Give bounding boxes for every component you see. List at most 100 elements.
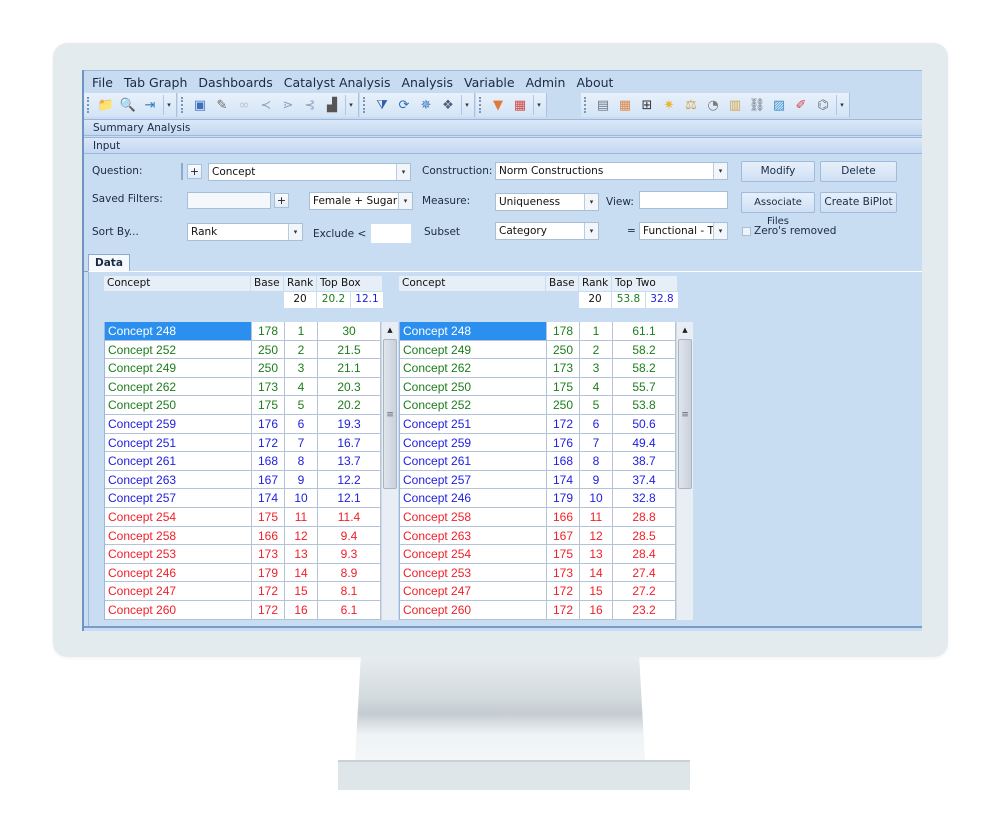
table-row[interactable]: Concept 250 175 5 20.2 — [105, 396, 381, 415]
table-row[interactable]: Concept 246 179 14 8.9 — [105, 563, 381, 583]
color-grid-icon[interactable]: ▦ — [512, 97, 529, 114]
table-row[interactable]: Concept 259 176 7 49.4 — [400, 433, 676, 453]
column-header-concept[interactable]: Concept — [399, 276, 545, 291]
column-header-base[interactable]: Base — [251, 276, 283, 291]
table-row[interactable]: Concept 260 172 16 6.1 — [105, 601, 381, 620]
table-row[interactable]: Concept 250 175 4 55.7 — [400, 377, 676, 397]
orange-table-icon[interactable]: ▦ — [617, 97, 634, 114]
sparkle-icon[interactable]: ✷ — [661, 97, 678, 114]
delete-button[interactable]: Delete — [820, 161, 897, 182]
toolbar-overflow-chevron-icon[interactable]: ▾ — [533, 95, 544, 115]
toolbar-overflow-chevron-icon[interactable]: ▾ — [163, 95, 174, 115]
summary-analysis-header[interactable]: Summary Analysis — [84, 119, 922, 136]
table-row[interactable]: Concept 248 178 1 61.1 — [400, 322, 676, 341]
exclude-input[interactable] — [371, 224, 411, 243]
cluster-icon[interactable]: ✵ — [418, 97, 435, 114]
table-row[interactable]: Concept 262 173 3 58.2 — [400, 359, 676, 378]
magnifier-icon[interactable]: 🔍 — [120, 97, 137, 114]
menu-about[interactable]: About — [576, 75, 613, 90]
table-row[interactable]: Concept 252 250 5 53.8 — [400, 396, 676, 415]
branch-icon[interactable]: ⊰ — [302, 97, 319, 114]
saved-filters-add-button[interactable]: + — [274, 193, 289, 208]
saved-filters-input[interactable] — [187, 192, 271, 209]
table-row[interactable]: Concept 257 174 9 37.4 — [400, 470, 676, 490]
question-add-button[interactable]: + — [187, 164, 202, 179]
tree-nodes-icon[interactable]: ⋗ — [280, 97, 297, 114]
import-icon[interactable]: ⇥ — [142, 97, 159, 114]
table-row[interactable]: Concept 263 167 12 28.5 — [400, 526, 676, 546]
menu-dashboards[interactable]: Dashboards — [198, 75, 272, 90]
table-row[interactable]: Concept 253 173 14 27.4 — [400, 563, 676, 583]
toolbar-grip-handle[interactable] — [479, 97, 484, 113]
balance-scale-icon[interactable]: ⚖ — [683, 97, 700, 114]
column-header-concept[interactable]: Concept — [104, 276, 250, 291]
scroll-up-arrow-icon[interactable]: ▲ — [677, 322, 693, 338]
menu-variable[interactable]: Variable — [464, 75, 515, 90]
chevron-down-icon[interactable]: ▾ — [713, 163, 727, 179]
table-row[interactable]: Concept 261 168 8 13.7 — [105, 452, 381, 471]
chart-frame-icon[interactable]: ▣ — [192, 97, 209, 114]
table-row[interactable]: Concept 258 166 12 9.4 — [105, 526, 381, 546]
table-row[interactable]: Concept 254 175 11 11.4 — [105, 508, 381, 527]
pen-edit-icon[interactable]: ✎ — [214, 97, 231, 114]
scrollbar-thumb[interactable]: ≡ — [383, 339, 397, 489]
stamp-icon[interactable]: ▟ — [324, 97, 341, 114]
zeros-removed-checkbox[interactable] — [742, 227, 751, 236]
heart-network-icon[interactable]: ❖ — [440, 97, 457, 114]
modify-button[interactable]: Modify — [741, 161, 815, 182]
filter-select[interactable]: Female + Sugar Ac ▾ — [309, 192, 413, 210]
scrollbar-thumb[interactable]: ≡ — [678, 339, 692, 489]
table-row[interactable]: Concept 246 179 10 32.8 — [400, 489, 676, 508]
chevron-down-icon[interactable]: ▾ — [584, 194, 598, 210]
subset-select[interactable]: Category ▾ — [495, 222, 599, 240]
stacked-tables-icon[interactable]: ▤ — [595, 97, 612, 114]
construction-select[interactable]: Norm Constructions ▾ — [495, 162, 728, 180]
table-row[interactable]: Concept 261 168 8 38.7 — [400, 452, 676, 471]
chevron-down-icon[interactable]: ▾ — [288, 224, 302, 240]
toolbar-grip-handle[interactable] — [584, 97, 589, 113]
sort-by-select[interactable]: Rank ▾ — [187, 223, 303, 241]
vertical-scrollbar[interactable]: ▲ ≡ — [381, 322, 398, 620]
table-row[interactable]: Concept 260 172 16 23.2 — [400, 601, 676, 620]
refresh-cycle-icon[interactable]: ⟳ — [396, 97, 413, 114]
menu-admin[interactable]: Admin — [526, 75, 566, 90]
toolbar-overflow-chevron-icon[interactable]: ▾ — [345, 95, 356, 115]
table-row[interactable]: Concept 254 175 13 28.4 — [400, 545, 676, 564]
toolbar-grip-handle[interactable] — [363, 97, 368, 113]
filter-sort-icon[interactable]: ⧩ — [374, 97, 391, 114]
table-row[interactable]: Concept 263 167 9 12.2 — [105, 470, 381, 490]
chain-link-icon[interactable]: ⛓ — [749, 97, 766, 114]
column-header-metric[interactable]: Top Box — [317, 276, 382, 291]
funnel-icon[interactable]: ▼ — [490, 97, 507, 114]
table-row[interactable]: Concept 257 174 10 12.1 — [105, 489, 381, 508]
vertical-scrollbar[interactable]: ▲ ≡ — [676, 322, 693, 620]
menu-catalyst-analysis[interactable]: Catalyst Analysis — [284, 75, 391, 90]
link-icon[interactable]: ∞ — [236, 97, 253, 114]
tab-data[interactable]: Data — [88, 254, 130, 272]
column-header-base[interactable]: Base — [546, 276, 578, 291]
pencil-note-icon[interactable]: ✐ — [793, 97, 810, 114]
table-row[interactable]: Concept 251 172 6 50.6 — [400, 415, 676, 434]
table-row[interactable]: Concept 253 173 13 9.3 — [105, 545, 381, 564]
associate-files-button[interactable]: Associate Files — [741, 192, 815, 227]
table-row[interactable]: Concept 262 173 4 20.3 — [105, 377, 381, 397]
map-image-icon[interactable]: ▨ — [771, 97, 788, 114]
table-row[interactable]: Concept 247 172 15 27.2 — [400, 582, 676, 601]
chevron-down-icon[interactable]: ▾ — [713, 223, 727, 239]
toolbar-grip-handle[interactable] — [181, 97, 186, 113]
chevron-down-icon[interactable]: ▾ — [584, 223, 598, 239]
toolbar-overflow-chevron-icon[interactable]: ▾ — [836, 95, 847, 115]
gauge-icon[interactable]: ◔ — [705, 97, 722, 114]
table-row[interactable]: Concept 258 166 11 28.8 — [400, 508, 676, 527]
measure-select[interactable]: Uniqueness ▾ — [495, 193, 599, 211]
input-section-header[interactable]: Input — [84, 137, 922, 154]
table-row[interactable]: Concept 248 178 1 30 — [105, 322, 381, 341]
view-input[interactable] — [639, 191, 728, 209]
table-row[interactable]: Concept 247 172 15 8.1 — [105, 582, 381, 601]
toolbar-overflow-chevron-icon[interactable]: ▾ — [461, 95, 472, 115]
column-header-rank[interactable]: Rank — [284, 276, 316, 291]
chevron-down-icon[interactable]: ▾ — [398, 193, 412, 209]
hierarchy-icon[interactable]: ⌬ — [815, 97, 832, 114]
scroll-up-arrow-icon[interactable]: ▲ — [382, 322, 398, 338]
menu-tab-graph[interactable]: Tab Graph — [124, 75, 187, 90]
